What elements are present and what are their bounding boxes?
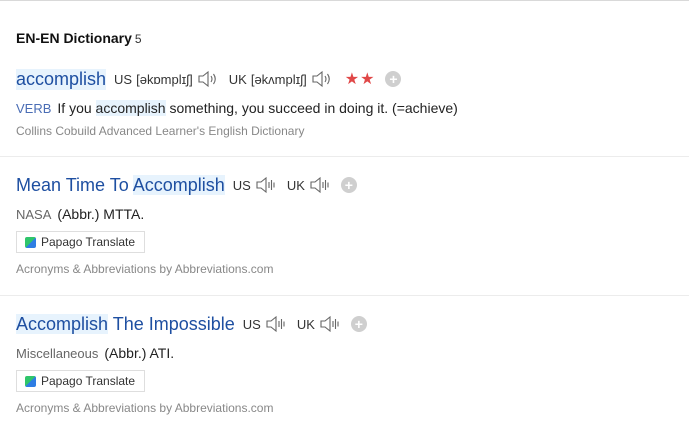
papago-logo-icon [25, 375, 36, 387]
headword-highlight: Accomplish [16, 313, 109, 334]
pron-uk-text: [əkʌmplɪʃ] [250, 71, 307, 87]
plus-circle-icon[interactable]: + [340, 177, 357, 193]
definition-text-pre: If you [57, 100, 96, 116]
category-tag: NASA [16, 206, 52, 222]
headword-highlight: Accomplish [132, 174, 225, 195]
definition-text-post: something, you succeed in doing it. (=ac… [165, 100, 458, 116]
pron-us: US [233, 176, 277, 194]
source-label: Acronyms & Abbreviations by Abbreviation… [16, 401, 274, 415]
headword[interactable]: Accomplish The Impossible [16, 313, 235, 335]
headword-text: Mean Time To [16, 174, 133, 195]
pron-uk-label: UK [228, 71, 247, 87]
pron-us: US [əkɒmplɪʃ] [114, 70, 219, 88]
pron-uk: UK [297, 315, 341, 333]
headword[interactable]: Mean Time To Accomplish [16, 174, 225, 196]
frequency-stars: ★★ [344, 71, 376, 88]
translate-row: Papago Translate [16, 231, 689, 253]
entry-mean-time-to-accomplish: Mean Time To Accomplish US UK + NASA (Ab… [16, 173, 689, 276]
entry-divider [0, 295, 689, 296]
source-label: Collins Cobuild Advanced Learner's Engli… [16, 124, 305, 138]
definition-highlight: accomplish [95, 100, 166, 116]
pron-us-label: US [232, 177, 251, 193]
result-count: 5 [134, 32, 142, 46]
definition: If you accomplish something, you succeed… [57, 100, 458, 116]
plus-circle-icon[interactable]: + [385, 71, 402, 87]
pron-uk: UK [287, 176, 331, 194]
pron-us-label: US [242, 316, 261, 332]
section-title-text: EN-EN Dictionary [16, 30, 132, 46]
pron-us-label: US [114, 71, 133, 87]
papago-translate-button[interactable]: Papago Translate [16, 231, 146, 253]
plus-circle-icon[interactable]: + [350, 316, 367, 332]
entry-accomplish-the-impossible: Accomplish The Impossible US UK + Miscel… [16, 312, 689, 415]
papago-translate-label: Papago Translate [41, 374, 136, 388]
papago-logo-icon [25, 236, 36, 248]
definition: (Abbr.) ATI. [104, 345, 175, 361]
speaker-bars-icon[interactable] [309, 176, 331, 194]
pron-uk: UK [əkʌmplɪʃ] [229, 70, 333, 88]
headword[interactable]: accomplish [16, 68, 107, 90]
translate-row: Papago Translate [16, 370, 689, 392]
category-tag: Miscellaneous [16, 345, 99, 361]
papago-translate-button[interactable]: Papago Translate [16, 370, 146, 392]
pron-us-text: [əkɒmplɪʃ] [136, 71, 193, 87]
speaker-wave-icon[interactable] [197, 70, 219, 88]
source-label: Acronyms & Abbreviations by Abbreviation… [16, 262, 274, 276]
part-of-speech: VERB [16, 100, 52, 116]
pron-us: US [243, 315, 287, 333]
top-border [0, 0, 689, 1]
section-title: EN-EN Dictionary 5 [16, 30, 142, 46]
headword-text: The Impossible [108, 313, 235, 334]
speaker-bars-icon[interactable] [255, 176, 277, 194]
speaker-bars-icon[interactable] [319, 315, 341, 333]
entry-accomplish: accomplish US [əkɒmplɪʃ] UK [əkʌmplɪʃ] ★… [16, 67, 689, 138]
definition: (Abbr.) MTTA. [57, 206, 145, 222]
papago-translate-label: Papago Translate [41, 235, 136, 249]
speaker-wave-icon[interactable] [311, 70, 333, 88]
entry-divider [0, 156, 689, 157]
pron-uk-label: UK [286, 177, 305, 193]
pron-uk-label: UK [296, 316, 315, 332]
speaker-bars-icon[interactable] [265, 315, 287, 333]
